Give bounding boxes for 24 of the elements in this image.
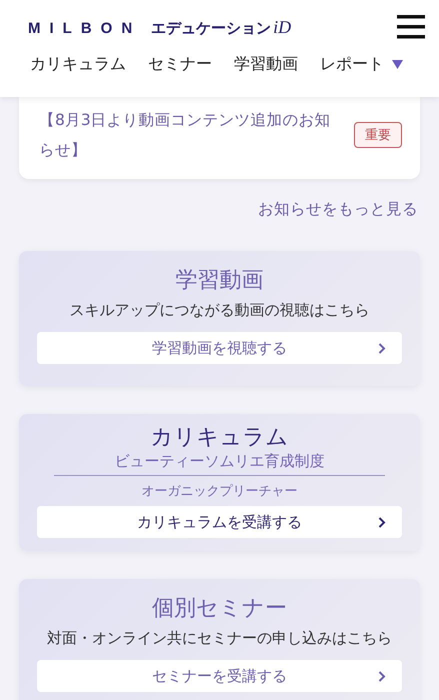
- card-button[interactable]: カリキュラムを受講する: [37, 506, 402, 538]
- nav-link[interactable]: カリキュラム: [30, 54, 126, 75]
- important-tag: 重要: [354, 122, 402, 148]
- caret-icon[interactable]: [392, 60, 403, 69]
- chevron-right-icon: [378, 343, 386, 354]
- card-title: 学習動画: [176, 267, 264, 295]
- chevron-right-icon: [378, 671, 386, 682]
- nav-link[interactable]: 学習動画: [234, 54, 298, 75]
- notice-card[interactable]: 【8月3日より動画コンテンツ追加のお知らせ】 重要: [19, 97, 420, 179]
- nav-link[interactable]: レポート: [320, 54, 384, 75]
- notice-title: 【8月3日より動画コンテンツ追加のお知らせ】: [39, 110, 332, 161]
- card-button[interactable]: セミナーを受講する: [37, 660, 402, 692]
- card-text: スキルアップにつながる動画の視聴はこちら: [70, 301, 370, 320]
- card-text: ビューティーソムリエ育成制度: [54, 452, 385, 476]
- card-title: カリキュラム: [150, 424, 288, 452]
- nav-link[interactable]: セミナー: [148, 54, 212, 75]
- card-button[interactable]: 学習動画を視聴する: [37, 332, 402, 364]
- card-title: 個別セミナー: [152, 595, 287, 623]
- logo[interactable]: MILBON エデュケーション iD: [28, 16, 292, 38]
- chevron-right-icon: [378, 517, 386, 528]
- menu-icon[interactable]: [397, 14, 425, 40]
- card-text: 対面・オンライン共にセミナーの申し込みはこちら: [47, 629, 392, 648]
- more-notices-link[interactable]: お知らせをもっと見る: [258, 200, 418, 218]
- card-text: オーガニックプリーチャー: [142, 483, 298, 500]
